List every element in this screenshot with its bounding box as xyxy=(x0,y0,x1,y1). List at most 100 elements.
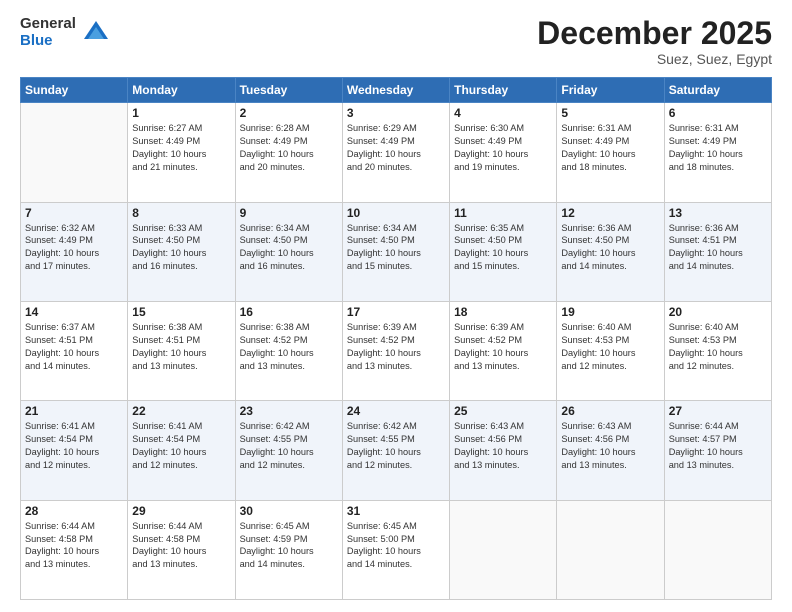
header: General Blue December 2025 Suez, Suez, E… xyxy=(20,16,772,67)
calendar-cell: 2Sunrise: 6:28 AM Sunset: 4:49 PM Daylig… xyxy=(235,103,342,202)
day-info: Sunrise: 6:43 AM Sunset: 4:56 PM Dayligh… xyxy=(454,420,552,472)
day-number: 3 xyxy=(347,106,445,120)
day-info: Sunrise: 6:41 AM Sunset: 4:54 PM Dayligh… xyxy=(132,420,230,472)
day-number: 1 xyxy=(132,106,230,120)
calendar-cell: 7Sunrise: 6:32 AM Sunset: 4:49 PM Daylig… xyxy=(21,202,128,301)
calendar-cell: 27 Sunrise: 6:44 AM Sunset: 4:57 PM Dayli… xyxy=(664,401,771,500)
calendar-cell: 5Sunrise: 6:31 AM Sunset: 4:49 PM Daylig… xyxy=(557,103,664,202)
day-number: 27 xyxy=(669,404,767,418)
location: Suez, Suez, Egypt xyxy=(537,51,772,67)
day-info: Sunrise: 6:27 AM Sunset: 4:49 PM Dayligh… xyxy=(132,122,230,174)
calendar-header-saturday: Saturday xyxy=(664,78,771,103)
calendar-header-row: SundayMondayTuesdayWednesdayThursdayFrid… xyxy=(21,78,772,103)
day-info: Sunrise: 6:42 AM Sunset: 4:55 PM Dayligh… xyxy=(240,420,338,472)
calendar-cell: 21 Sunrise: 6:41 AM Sunset: 4:54 PM Dayli… xyxy=(21,401,128,500)
day-number: 24 xyxy=(347,404,445,418)
day-info: Sunrise: 6:33 AM Sunset: 4:50 PM Dayligh… xyxy=(132,222,230,274)
calendar-cell: 26 Sunrise: 6:43 AM Sunset: 4:56 PM Dayli… xyxy=(557,401,664,500)
calendar-cell xyxy=(450,500,557,599)
day-number: 17 xyxy=(347,305,445,319)
calendar-header-sunday: Sunday xyxy=(21,78,128,103)
day-info: Sunrise: 6:39 AM Sunset: 4:52 PM Dayligh… xyxy=(347,321,445,373)
calendar-cell: 31 Sunrise: 6:45 AM Sunset: 5:00 PM Dayli… xyxy=(342,500,449,599)
day-number: 26 xyxy=(561,404,659,418)
calendar-header-tuesday: Tuesday xyxy=(235,78,342,103)
calendar-cell: 9 Sunrise: 6:34 AM Sunset: 4:50 PM Daylig… xyxy=(235,202,342,301)
day-info: Sunrise: 6:35 AM Sunset: 4:50 PM Dayligh… xyxy=(454,222,552,274)
calendar-cell xyxy=(664,500,771,599)
day-number: 13 xyxy=(669,206,767,220)
calendar-cell: 20 Sunrise: 6:40 AM Sunset: 4:53 PM Dayli… xyxy=(664,301,771,400)
calendar-cell: 28 Sunrise: 6:44 AM Sunset: 4:58 PM Dayli… xyxy=(21,500,128,599)
day-info: Sunrise: 6:39 AM Sunset: 4:52 PM Dayligh… xyxy=(454,321,552,373)
calendar-cell: 18 Sunrise: 6:39 AM Sunset: 4:52 PM Dayli… xyxy=(450,301,557,400)
calendar-cell: 19 Sunrise: 6:40 AM Sunset: 4:53 PM Dayli… xyxy=(557,301,664,400)
day-number: 28 xyxy=(25,504,123,518)
day-info: Sunrise: 6:36 AM Sunset: 4:50 PM Dayligh… xyxy=(561,222,659,274)
day-info: Sunrise: 6:43 AM Sunset: 4:56 PM Dayligh… xyxy=(561,420,659,472)
day-number: 12 xyxy=(561,206,659,220)
day-info: Sunrise: 6:41 AM Sunset: 4:54 PM Dayligh… xyxy=(25,420,123,472)
day-info: Sunrise: 6:40 AM Sunset: 4:53 PM Dayligh… xyxy=(561,321,659,373)
day-info: Sunrise: 6:44 AM Sunset: 4:57 PM Dayligh… xyxy=(669,420,767,472)
day-info: Sunrise: 6:45 AM Sunset: 5:00 PM Dayligh… xyxy=(347,520,445,572)
day-number: 10 xyxy=(347,206,445,220)
day-info: Sunrise: 6:44 AM Sunset: 4:58 PM Dayligh… xyxy=(25,520,123,572)
day-number: 14 xyxy=(25,305,123,319)
logo-icon xyxy=(82,19,110,47)
month-title: December 2025 xyxy=(537,16,772,51)
calendar-cell: 25 Sunrise: 6:43 AM Sunset: 4:56 PM Dayli… xyxy=(450,401,557,500)
logo-blue-text: Blue xyxy=(20,33,76,50)
calendar-cell: 11 Sunrise: 6:35 AM Sunset: 4:50 PM Dayli… xyxy=(450,202,557,301)
calendar-cell: 17 Sunrise: 6:39 AM Sunset: 4:52 PM Dayli… xyxy=(342,301,449,400)
calendar-header-thursday: Thursday xyxy=(450,78,557,103)
calendar-cell: 3 Sunrise: 6:29 AM Sunset: 4:49 PM Daylig… xyxy=(342,103,449,202)
calendar-cell: 13 Sunrise: 6:36 AM Sunset: 4:51 PM Dayli… xyxy=(664,202,771,301)
day-info: Sunrise: 6:44 AM Sunset: 4:58 PM Dayligh… xyxy=(132,520,230,572)
calendar-cell: 29Sunrise: 6:44 AM Sunset: 4:58 PM Dayli… xyxy=(128,500,235,599)
logo-general-text: General xyxy=(20,16,76,33)
day-number: 18 xyxy=(454,305,552,319)
day-info: Sunrise: 6:38 AM Sunset: 4:52 PM Dayligh… xyxy=(240,321,338,373)
day-info: Sunrise: 6:45 AM Sunset: 4:59 PM Dayligh… xyxy=(240,520,338,572)
calendar-cell: 24 Sunrise: 6:42 AM Sunset: 4:55 PM Dayli… xyxy=(342,401,449,500)
logo-text: General Blue xyxy=(20,16,76,49)
calendar-cell: 10Sunrise: 6:34 AM Sunset: 4:50 PM Dayli… xyxy=(342,202,449,301)
calendar-week-1: 1 Sunrise: 6:27 AM Sunset: 4:49 PM Daylig… xyxy=(21,103,772,202)
day-info: Sunrise: 6:36 AM Sunset: 4:51 PM Dayligh… xyxy=(669,222,767,274)
day-number: 21 xyxy=(25,404,123,418)
calendar-cell: 4 Sunrise: 6:30 AM Sunset: 4:49 PM Daylig… xyxy=(450,103,557,202)
day-info: Sunrise: 6:38 AM Sunset: 4:51 PM Dayligh… xyxy=(132,321,230,373)
day-number: 11 xyxy=(454,206,552,220)
calendar-cell: 23 Sunrise: 6:42 AM Sunset: 4:55 PM Dayli… xyxy=(235,401,342,500)
day-info: Sunrise: 6:37 AM Sunset: 4:51 PM Dayligh… xyxy=(25,321,123,373)
day-number: 20 xyxy=(669,305,767,319)
day-info: Sunrise: 6:42 AM Sunset: 4:55 PM Dayligh… xyxy=(347,420,445,472)
day-number: 16 xyxy=(240,305,338,319)
calendar-table: SundayMondayTuesdayWednesdayThursdayFrid… xyxy=(20,77,772,600)
day-number: 6 xyxy=(669,106,767,120)
day-number: 2 xyxy=(240,106,338,120)
day-number: 7 xyxy=(25,206,123,220)
day-number: 4 xyxy=(454,106,552,120)
day-number: 30 xyxy=(240,504,338,518)
calendar-cell: 30 Sunrise: 6:45 AM Sunset: 4:59 PM Dayli… xyxy=(235,500,342,599)
day-number: 5 xyxy=(561,106,659,120)
day-info: Sunrise: 6:40 AM Sunset: 4:53 PM Dayligh… xyxy=(669,321,767,373)
day-number: 19 xyxy=(561,305,659,319)
calendar-week-4: 21 Sunrise: 6:41 AM Sunset: 4:54 PM Dayli… xyxy=(21,401,772,500)
day-info: Sunrise: 6:29 AM Sunset: 4:49 PM Dayligh… xyxy=(347,122,445,174)
day-number: 22 xyxy=(132,404,230,418)
day-number: 25 xyxy=(454,404,552,418)
calendar-cell: 22 Sunrise: 6:41 AM Sunset: 4:54 PM Dayli… xyxy=(128,401,235,500)
calendar-cell: 12 Sunrise: 6:36 AM Sunset: 4:50 PM Dayli… xyxy=(557,202,664,301)
day-number: 15 xyxy=(132,305,230,319)
calendar-cell: 6Sunrise: 6:31 AM Sunset: 4:49 PM Daylig… xyxy=(664,103,771,202)
calendar-cell: 16 Sunrise: 6:38 AM Sunset: 4:52 PM Dayli… xyxy=(235,301,342,400)
day-number: 23 xyxy=(240,404,338,418)
day-info: Sunrise: 6:30 AM Sunset: 4:49 PM Dayligh… xyxy=(454,122,552,174)
day-number: 9 xyxy=(240,206,338,220)
day-info: Sunrise: 6:34 AM Sunset: 4:50 PM Dayligh… xyxy=(240,222,338,274)
day-number: 31 xyxy=(347,504,445,518)
calendar-cell: 1 Sunrise: 6:27 AM Sunset: 4:49 PM Daylig… xyxy=(128,103,235,202)
